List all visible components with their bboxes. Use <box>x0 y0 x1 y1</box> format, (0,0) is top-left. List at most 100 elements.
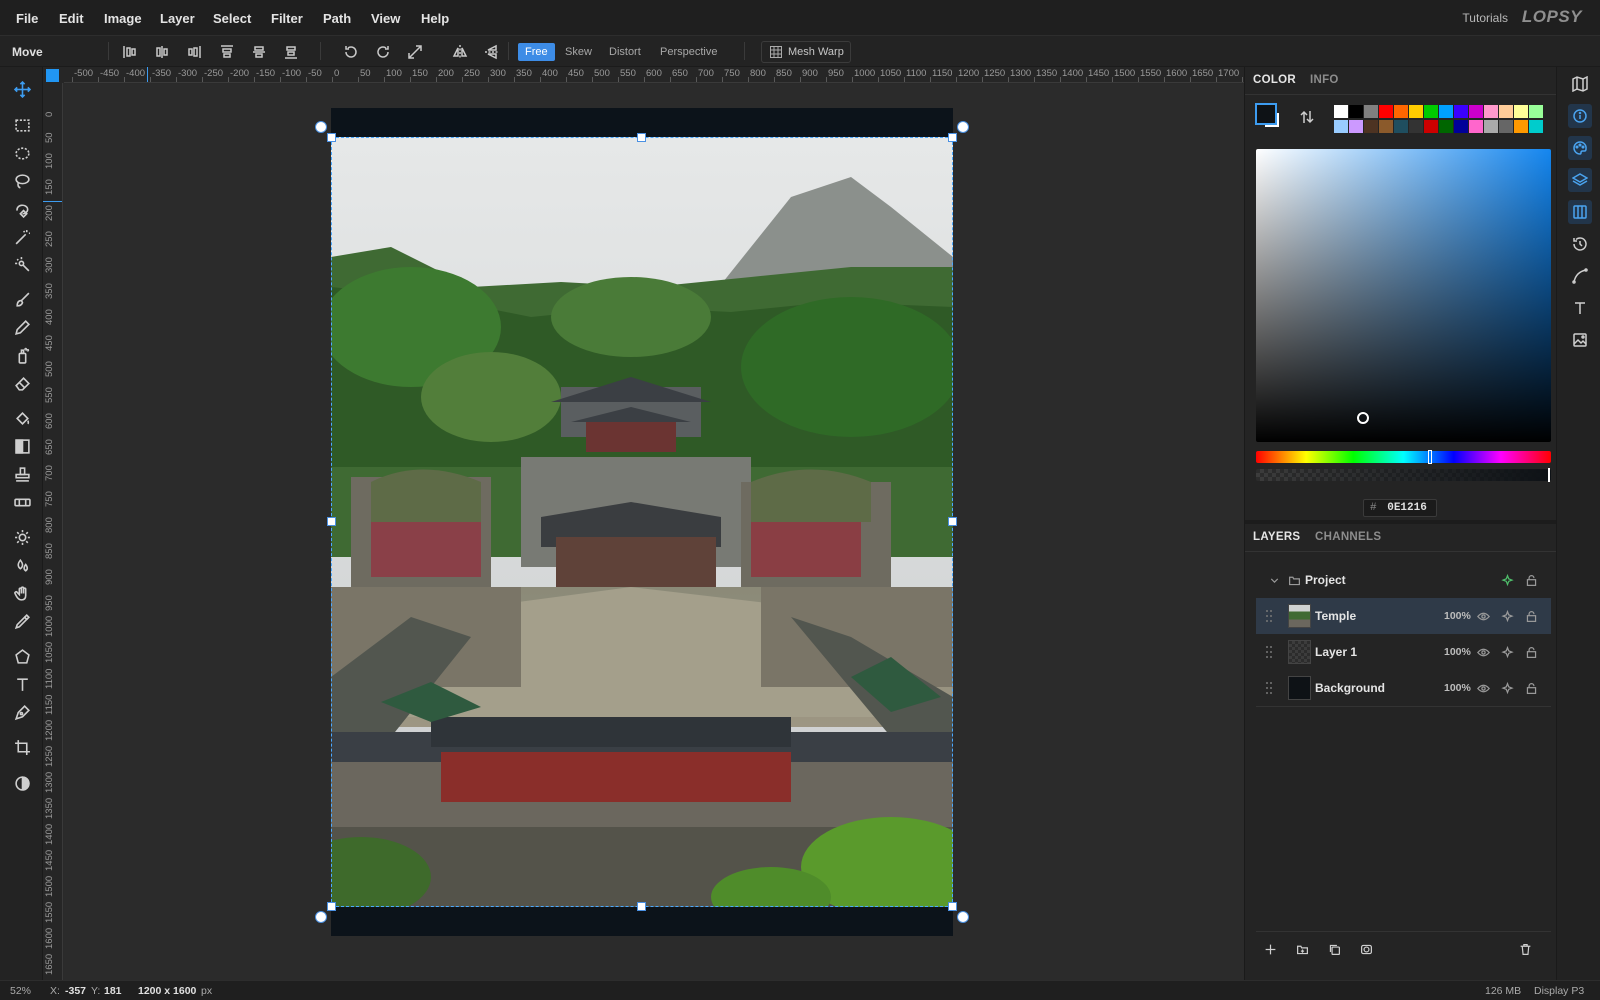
drag-handle-icon[interactable] <box>1266 644 1274 660</box>
menu-path[interactable]: Path <box>323 11 351 26</box>
menu-file[interactable]: File <box>16 11 38 26</box>
transform-handle-bottom-left[interactable] <box>327 902 336 911</box>
eye-icon[interactable] <box>1475 608 1491 624</box>
alpha-slider-thumb[interactable] <box>1548 468 1550 482</box>
color-swatch[interactable] <box>1469 120 1483 133</box>
transform-handle-top-left[interactable] <box>327 133 336 142</box>
align-center-horizontal-icon[interactable] <box>153 43 171 61</box>
saturation-value-picker[interactable] <box>1256 149 1551 442</box>
add-folder-icon[interactable] <box>1294 941 1310 957</box>
color-swatch[interactable] <box>1394 105 1408 118</box>
align-top-icon[interactable] <box>218 43 236 61</box>
color-swatch[interactable] <box>1469 105 1483 118</box>
add-layer-icon[interactable] <box>1262 941 1278 957</box>
lock-icon[interactable] <box>1523 608 1539 624</box>
color-swatch[interactable] <box>1499 105 1513 118</box>
eraser-tool[interactable] <box>9 370 35 396</box>
fx-effects-icon[interactable] <box>1499 608 1515 624</box>
mode-distort-button[interactable]: Distort <box>602 43 648 61</box>
color-swatch[interactable] <box>1379 120 1393 133</box>
horizontal-ruler[interactable]: -500 -450 -400 -350 -300 -250 -200 -150 -100 -50 0… <box>64 67 1244 83</box>
color-swatch[interactable] <box>1334 105 1348 118</box>
lasso-tool[interactable] <box>9 168 35 194</box>
layer-row-background[interactable]: Background 100% <box>1256 670 1551 706</box>
hue-slider-thumb[interactable] <box>1428 450 1432 464</box>
selection-marquee[interactable] <box>331 137 953 907</box>
transform-handle-left[interactable] <box>327 517 336 526</box>
lock-icon[interactable] <box>1523 644 1539 660</box>
color-swatch[interactable] <box>1394 120 1408 133</box>
menu-view[interactable]: View <box>371 11 400 26</box>
fx-effects-icon[interactable] <box>1499 644 1515 660</box>
mode-free-button[interactable]: Free <box>518 43 555 61</box>
tab-channels[interactable]: CHANNELS <box>1315 531 1381 543</box>
eye-icon[interactable] <box>1475 680 1491 696</box>
rotate-handle-bottom-left[interactable] <box>315 911 327 923</box>
color-swatch[interactable] <box>1529 105 1543 118</box>
duplicate-layer-icon[interactable] <box>1326 941 1342 957</box>
color-swatch[interactable] <box>1409 120 1423 133</box>
color-palette-icon[interactable] <box>1568 136 1592 160</box>
layer-opacity[interactable]: 100% <box>1444 646 1471 658</box>
color-swatch[interactable] <box>1499 120 1513 133</box>
color-swatch[interactable] <box>1484 120 1498 133</box>
color-swatch[interactable] <box>1514 120 1528 133</box>
layer-group-project[interactable]: Project <box>1256 562 1551 598</box>
layer-name[interactable]: Background <box>1315 681 1385 695</box>
rotate-handle-top-left[interactable] <box>315 121 327 133</box>
hue-slider[interactable] <box>1256 450 1551 464</box>
stamp-tool[interactable] <box>9 461 35 487</box>
picker-cursor[interactable] <box>1357 412 1369 424</box>
align-bottom-icon[interactable] <box>282 43 300 61</box>
layers-panel-icon[interactable] <box>1568 168 1592 192</box>
transform-handle-bottom[interactable] <box>637 902 646 911</box>
align-right-icon[interactable] <box>185 43 203 61</box>
color-swatch[interactable] <box>1349 105 1363 118</box>
mesh-warp-button[interactable]: Mesh Warp <box>761 41 851 63</box>
color-swatch[interactable] <box>1364 105 1378 118</box>
color-swatch[interactable] <box>1439 120 1453 133</box>
menu-filter[interactable]: Filter <box>271 11 303 26</box>
eye-icon[interactable] <box>1475 644 1491 660</box>
drag-handle-icon[interactable] <box>1266 608 1274 624</box>
magnetic-lasso-tool[interactable] <box>9 196 35 222</box>
transform-handle-top[interactable] <box>637 133 646 142</box>
tab-color[interactable]: COLOR <box>1253 74 1296 86</box>
pencil-tool[interactable] <box>9 314 35 340</box>
text-tool[interactable] <box>9 671 35 697</box>
shape-tool[interactable] <box>9 643 35 669</box>
rotate-handle-top-right[interactable] <box>957 121 969 133</box>
menu-image[interactable]: Image <box>104 11 142 26</box>
ellipse-select-tool[interactable] <box>9 140 35 166</box>
color-swatches-fg-bg[interactable] <box>1255 103 1281 129</box>
flip-vertical-icon[interactable] <box>483 43 501 61</box>
spray-tool[interactable] <box>9 342 35 368</box>
paths-icon[interactable] <box>1568 264 1592 288</box>
drag-handle-icon[interactable] <box>1266 680 1274 696</box>
pen-tool[interactable] <box>9 699 35 725</box>
align-middle-vertical-icon[interactable] <box>250 43 268 61</box>
tutorials-link[interactable]: Tutorials <box>1462 11 1508 25</box>
fill-tool[interactable] <box>9 405 35 431</box>
layer-opacity[interactable]: 100% <box>1444 682 1471 694</box>
layer-name[interactable]: Layer 1 <box>1315 645 1357 659</box>
color-swatch[interactable] <box>1424 120 1438 133</box>
layer-name[interactable]: Temple <box>1315 609 1356 623</box>
chevron-down-icon[interactable] <box>1266 572 1282 588</box>
vertical-ruler[interactable]: 0 50 100 150 200 250 300 350 400 450 500 550 600 650 7… <box>43 83 63 980</box>
menu-help[interactable]: Help <box>421 11 449 26</box>
brush-tool[interactable] <box>9 286 35 312</box>
fx-effects-icon[interactable] <box>1499 680 1515 696</box>
swap-colors-icon[interactable] <box>1299 109 1315 128</box>
crop-tool[interactable] <box>9 734 35 760</box>
foreground-color-swatch[interactable] <box>1255 103 1277 125</box>
rect-select-tool[interactable] <box>9 112 35 138</box>
layer-mask-icon[interactable] <box>1358 941 1374 957</box>
blur-tool[interactable] <box>9 552 35 578</box>
menu-edit[interactable]: Edit <box>59 11 84 26</box>
menu-layer[interactable]: Layer <box>160 11 195 26</box>
layer-opacity[interactable]: 100% <box>1444 610 1471 622</box>
transform-handle-right[interactable] <box>948 517 957 526</box>
rotate-handle-bottom-right[interactable] <box>957 911 969 923</box>
move-tool[interactable] <box>9 76 35 102</box>
